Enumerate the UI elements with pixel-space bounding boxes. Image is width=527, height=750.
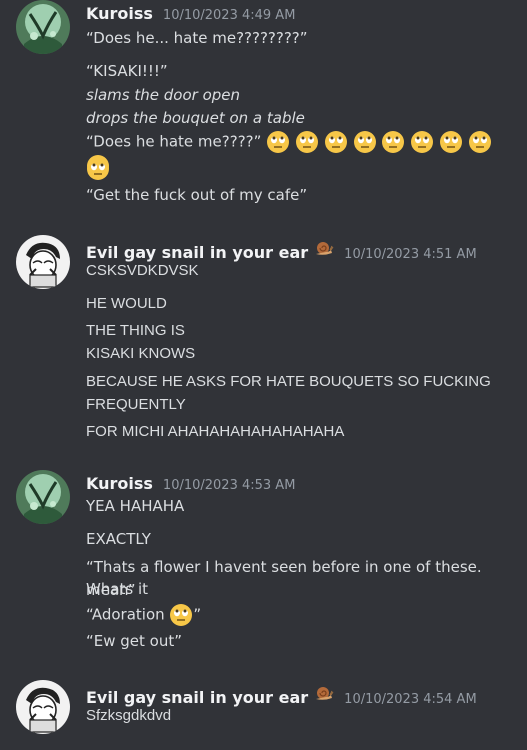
message-text: “Does he hate me????” (86, 132, 262, 151)
avatar-kuroiss[interactable] (16, 0, 70, 54)
username[interactable]: Kuroiss (86, 474, 153, 493)
message-text: “Ew get out” (86, 632, 183, 650)
rolling-eyes-emoji[interactable] (381, 130, 405, 154)
message-text: EXACTLY (86, 530, 151, 548)
message-text: HE WOULD (86, 295, 167, 312)
message-header: Kuroiss 10/10/2023 4:53 AM (86, 474, 295, 493)
message-header: Kuroiss 10/10/2023 4:49 AM (86, 4, 295, 23)
message-header: Evil gay snail in your ear 10/10/2023 4:… (86, 683, 477, 707)
avatar-kuroiss[interactable] (16, 470, 70, 524)
message-text: CSKSVDKDVSK (86, 262, 199, 279)
message-text: FOR MICHI AHAHAHAHAHAHAHAHA (86, 423, 345, 440)
timestamp: 10/10/2023 4:49 AM (162, 8, 296, 23)
message-text: mean” (86, 581, 136, 599)
rolling-eyes-emoji[interactable] (324, 130, 348, 154)
chat-log: Kuroiss 10/10/2023 4:49 AM “Does he... h… (0, 0, 527, 750)
avatar-image (16, 0, 70, 54)
rolling-eyes-emoji[interactable] (295, 130, 319, 154)
avatar-image (16, 680, 70, 734)
snail-emoji (314, 683, 334, 703)
message-header: Evil gay snail in your ear 10/10/2023 4:… (86, 238, 477, 262)
rolling-eyes-emoji[interactable] (86, 157, 110, 181)
message-text: KISAKI KNOWS (86, 345, 196, 362)
rolling-eyes-emoji[interactable] (169, 603, 193, 627)
message-text: FREQUENTLY (86, 396, 186, 413)
message-text: BECAUSE HE ASKS FOR HATE BOUQUETS SO FUC… (86, 373, 491, 390)
username[interactable]: Kuroiss (86, 4, 153, 23)
rolling-eyes-emoji[interactable] (439, 130, 463, 154)
message-text: slams the door open (86, 86, 240, 104)
message-text: THE THING IS (86, 322, 185, 339)
avatar-image (16, 235, 70, 289)
rolling-eyes-emoji[interactable] (468, 130, 492, 154)
message-text: “Get the fuck out of my cafe” (86, 186, 308, 204)
avatar-snail[interactable] (16, 235, 70, 289)
rolling-eyes-emoji[interactable] (410, 130, 434, 154)
timestamp: 10/10/2023 4:53 AM (162, 478, 296, 493)
message-line-with-emoji: “Adoration ” (86, 603, 509, 627)
avatar-snail[interactable] (16, 680, 70, 734)
message-text: “Does he... hate me????????” (86, 29, 308, 47)
rolling-eyes-emoji[interactable] (266, 130, 290, 154)
avatar-image (16, 470, 70, 524)
message-text: “KISAKI!!!” (86, 62, 168, 80)
message-text: ” (193, 605, 202, 624)
message-text: Sfzksgdkdvd (86, 707, 172, 724)
snail-emoji (314, 238, 334, 258)
message-text: YEA HAHAHA (86, 497, 185, 515)
message-text: drops the bouquet on a table (86, 109, 305, 127)
emoji-line (86, 157, 509, 181)
message-text: “Adoration (86, 605, 170, 624)
rolling-eyes-emoji[interactable] (353, 130, 377, 154)
